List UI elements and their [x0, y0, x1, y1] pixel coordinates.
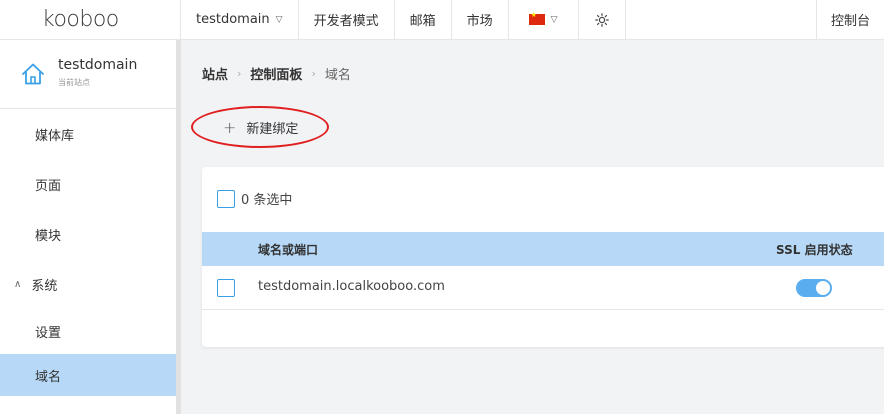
current-site[interactable]: testdomain 当前站点: [0, 40, 181, 109]
chevron-right-icon: ›: [237, 67, 242, 80]
sidebar-item-label: 域名: [35, 369, 62, 385]
row-domain: testdomain.localkooboo.com: [258, 279, 445, 294]
sun-icon: [594, 12, 609, 27]
plus-icon: +: [223, 118, 237, 137]
kooboo-logo[interactable]: kooboo: [0, 0, 181, 39]
row-checkbox[interactable]: [217, 279, 235, 297]
new-binding-button[interactable]: + 新建绑定: [223, 118, 298, 137]
breadcrumb-current: 域名: [324, 68, 351, 83]
sidebar-item-label: 系统: [31, 278, 58, 294]
logo-text: kooboo: [42, 7, 119, 32]
domain-table-card: 0 条选中 域名或端口 SSL 启用状态 testdomain.localkoo…: [202, 167, 884, 347]
table-header: 域名或端口 SSL 启用状态: [202, 232, 884, 266]
select-all-checkbox[interactable]: [217, 189, 235, 208]
chevron-down-icon: ▽: [275, 14, 283, 25]
language-selector[interactable]: ▽: [509, 0, 579, 39]
control-panel-link[interactable]: 控制台: [815, 0, 884, 39]
site-subtitle: 当前站点: [58, 77, 90, 87]
breadcrumb-panel[interactable]: 控制面板: [250, 64, 302, 83]
sidebar-item-media[interactable]: 媒体库: [0, 109, 181, 159]
sidebar-item-settings[interactable]: 设置: [0, 309, 181, 354]
selection-count: 0 条选中: [241, 193, 293, 208]
theme-toggle[interactable]: [579, 0, 626, 39]
sidebar-item-label: 设置: [35, 326, 62, 341]
site-name: testdomain: [58, 56, 138, 73]
ssl-toggle[interactable]: [796, 279, 832, 297]
selection-summary: 0 条选中: [217, 189, 292, 208]
sidebar-item-modules[interactable]: 模块: [0, 209, 181, 259]
table-row: testdomain.localkooboo.com: [202, 266, 884, 310]
sidebar-item-domains[interactable]: 域名: [0, 354, 176, 396]
dev-mode-link[interactable]: 开发者模式: [299, 0, 395, 39]
mailbox-label: 邮箱: [409, 14, 436, 29]
breadcrumb: 站点 › 控制面板 › 域名: [202, 64, 351, 83]
dev-mode-label: 开发者模式: [313, 14, 379, 29]
column-header-ssl: SSL 启用状态: [776, 242, 853, 257]
control-panel-label: 控制台: [830, 14, 870, 29]
china-flag-icon: [528, 11, 545, 25]
chevron-right-icon: ›: [311, 67, 316, 80]
sidebar-item-label: 模块: [35, 228, 62, 244]
new-binding-label: 新建绑定: [246, 122, 299, 137]
market-label: 市场: [466, 14, 493, 29]
sidebar-group-system[interactable]: ∧ 系统: [0, 259, 181, 309]
top-navbar: kooboo testdomain ▽ 开发者模式 邮箱 市场 ▽ 控制台: [0, 0, 884, 40]
sidebar-item-pages[interactable]: 页面: [0, 159, 181, 209]
chevron-up-icon: ∧: [14, 278, 22, 290]
sidebar: testdomain 当前站点 媒体库 页面 模块 ∧ 系统 设置 域名: [0, 40, 181, 414]
breadcrumb-site[interactable]: 站点: [202, 64, 228, 83]
home-icon: [22, 63, 44, 85]
sidebar-item-label: 媒体库: [35, 128, 75, 144]
site-selector-label: testdomain: [196, 12, 270, 27]
market-link[interactable]: 市场: [452, 0, 509, 39]
site-selector[interactable]: testdomain ▽: [181, 0, 299, 39]
sidebar-item-label: 页面: [35, 178, 62, 194]
column-header-domain: 域名或端口: [258, 242, 319, 257]
main-content: 站点 › 控制面板 › 域名 + 新建绑定 0 条选中 域名或端口 SSL 启用…: [181, 40, 884, 414]
mailbox-link[interactable]: 邮箱: [395, 0, 452, 39]
chevron-down-icon: ▽: [550, 14, 558, 25]
